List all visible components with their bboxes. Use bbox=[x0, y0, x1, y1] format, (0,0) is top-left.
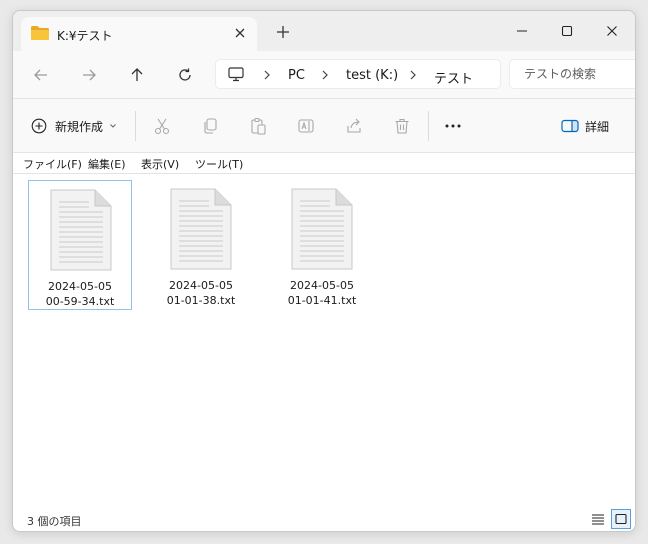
tab-title: K:¥テスト bbox=[57, 29, 113, 43]
maximize-button[interactable] bbox=[552, 19, 582, 43]
menu-edit[interactable]: 編集(E) bbox=[88, 156, 126, 172]
details-view-icon bbox=[592, 514, 604, 525]
refresh-button[interactable] bbox=[173, 63, 197, 87]
divider bbox=[135, 111, 136, 141]
close-icon bbox=[607, 26, 617, 36]
forward-button[interactable] bbox=[77, 63, 101, 87]
refresh-icon bbox=[179, 68, 191, 81]
details-button-label: 詳細 bbox=[585, 119, 610, 134]
status-bar: 3 個の項目 bbox=[13, 503, 635, 531]
menu-tools[interactable]: ツール(T) bbox=[195, 156, 243, 172]
chevron-right-icon bbox=[264, 70, 270, 80]
up-button[interactable] bbox=[125, 63, 149, 87]
address-bar[interactable]: PC test (K:) テスト bbox=[215, 59, 501, 89]
item-count: 3 個の項目 bbox=[27, 515, 82, 528]
details-button[interactable]: 詳細 bbox=[561, 115, 609, 137]
rename-icon bbox=[298, 119, 314, 133]
maximize-icon bbox=[561, 25, 573, 37]
file-item[interactable]: 2024-05-05 01-01-38.txt bbox=[149, 180, 253, 310]
file-name: 2024-05-05 00-59-34.txt bbox=[45, 280, 115, 308]
explorer-window: K:¥テスト PC test (K:) テスト テストの検索 新規作成 詳細 フ… bbox=[12, 10, 636, 532]
details-pane-icon bbox=[561, 119, 579, 133]
copy-button[interactable] bbox=[200, 116, 220, 136]
command-bar: 新規作成 詳細 bbox=[13, 99, 635, 153]
share-icon bbox=[347, 118, 361, 133]
cut-icon bbox=[154, 118, 170, 135]
new-button-label: 新規作成 bbox=[55, 119, 104, 134]
delete-icon bbox=[395, 118, 409, 134]
text-file-icon bbox=[170, 188, 232, 270]
file-name: 2024-05-05 01-01-41.txt bbox=[287, 279, 357, 307]
folder-icon bbox=[31, 26, 49, 40]
large-icons-view-button[interactable] bbox=[611, 509, 631, 529]
file-item[interactable]: 2024-05-05 01-01-41.txt bbox=[270, 180, 374, 310]
close-icon[interactable] bbox=[233, 26, 247, 40]
share-button[interactable] bbox=[344, 116, 364, 136]
tab-current-folder[interactable]: K:¥テスト bbox=[21, 17, 257, 51]
file-name: 2024-05-05 01-01-38.txt bbox=[166, 279, 236, 307]
divider bbox=[428, 111, 429, 141]
new-button[interactable]: 新規作成 bbox=[31, 114, 117, 138]
delete-button[interactable] bbox=[392, 116, 412, 136]
large-icons-view-icon bbox=[615, 513, 627, 525]
copy-icon bbox=[204, 118, 217, 134]
chevron-right-icon bbox=[322, 70, 328, 80]
up-arrow-icon bbox=[131, 68, 143, 81]
close-button[interactable] bbox=[597, 19, 627, 43]
cut-button[interactable] bbox=[152, 116, 172, 136]
chevron-down-icon bbox=[110, 124, 116, 128]
minimize-button[interactable] bbox=[507, 19, 537, 43]
more-button[interactable] bbox=[443, 116, 463, 136]
forward-arrow-icon bbox=[83, 69, 96, 81]
plus-icon[interactable] bbox=[275, 24, 291, 40]
text-file-icon bbox=[50, 189, 112, 271]
menu-view[interactable]: 表示(V) bbox=[141, 156, 179, 172]
title-bar: K:¥テスト bbox=[13, 11, 635, 51]
paste-icon bbox=[251, 117, 266, 135]
rename-button[interactable] bbox=[296, 116, 316, 136]
text-file-icon bbox=[291, 188, 353, 270]
menu-file[interactable]: ファイル(F) bbox=[23, 156, 82, 172]
breadcrumb-pc[interactable]: PC bbox=[288, 68, 305, 83]
plus-circle-icon bbox=[31, 118, 47, 134]
back-arrow-icon bbox=[34, 69, 47, 81]
address-row: PC test (K:) テスト bbox=[13, 51, 635, 99]
more-icon bbox=[445, 124, 461, 128]
details-view-button[interactable] bbox=[588, 509, 608, 529]
file-item[interactable]: 2024-05-05 00-59-34.txt bbox=[28, 180, 132, 310]
paste-button[interactable] bbox=[248, 116, 268, 136]
chevron-right-icon bbox=[410, 70, 416, 80]
breadcrumb-folder[interactable]: テスト bbox=[434, 68, 473, 87]
back-button[interactable] bbox=[29, 63, 53, 87]
minimize-icon bbox=[517, 30, 527, 32]
file-list: 2024-05-05 00-59-34.txt 2024-05-05 01-01… bbox=[13, 174, 635, 503]
search-box bbox=[509, 59, 635, 89]
menu-bar: ファイル(F) 編集(E) 表示(V) ツール(T) bbox=[13, 153, 635, 174]
search-input[interactable] bbox=[510, 60, 635, 88]
breadcrumb-drive[interactable]: test (K:) bbox=[346, 68, 398, 83]
monitor-icon bbox=[228, 67, 244, 82]
